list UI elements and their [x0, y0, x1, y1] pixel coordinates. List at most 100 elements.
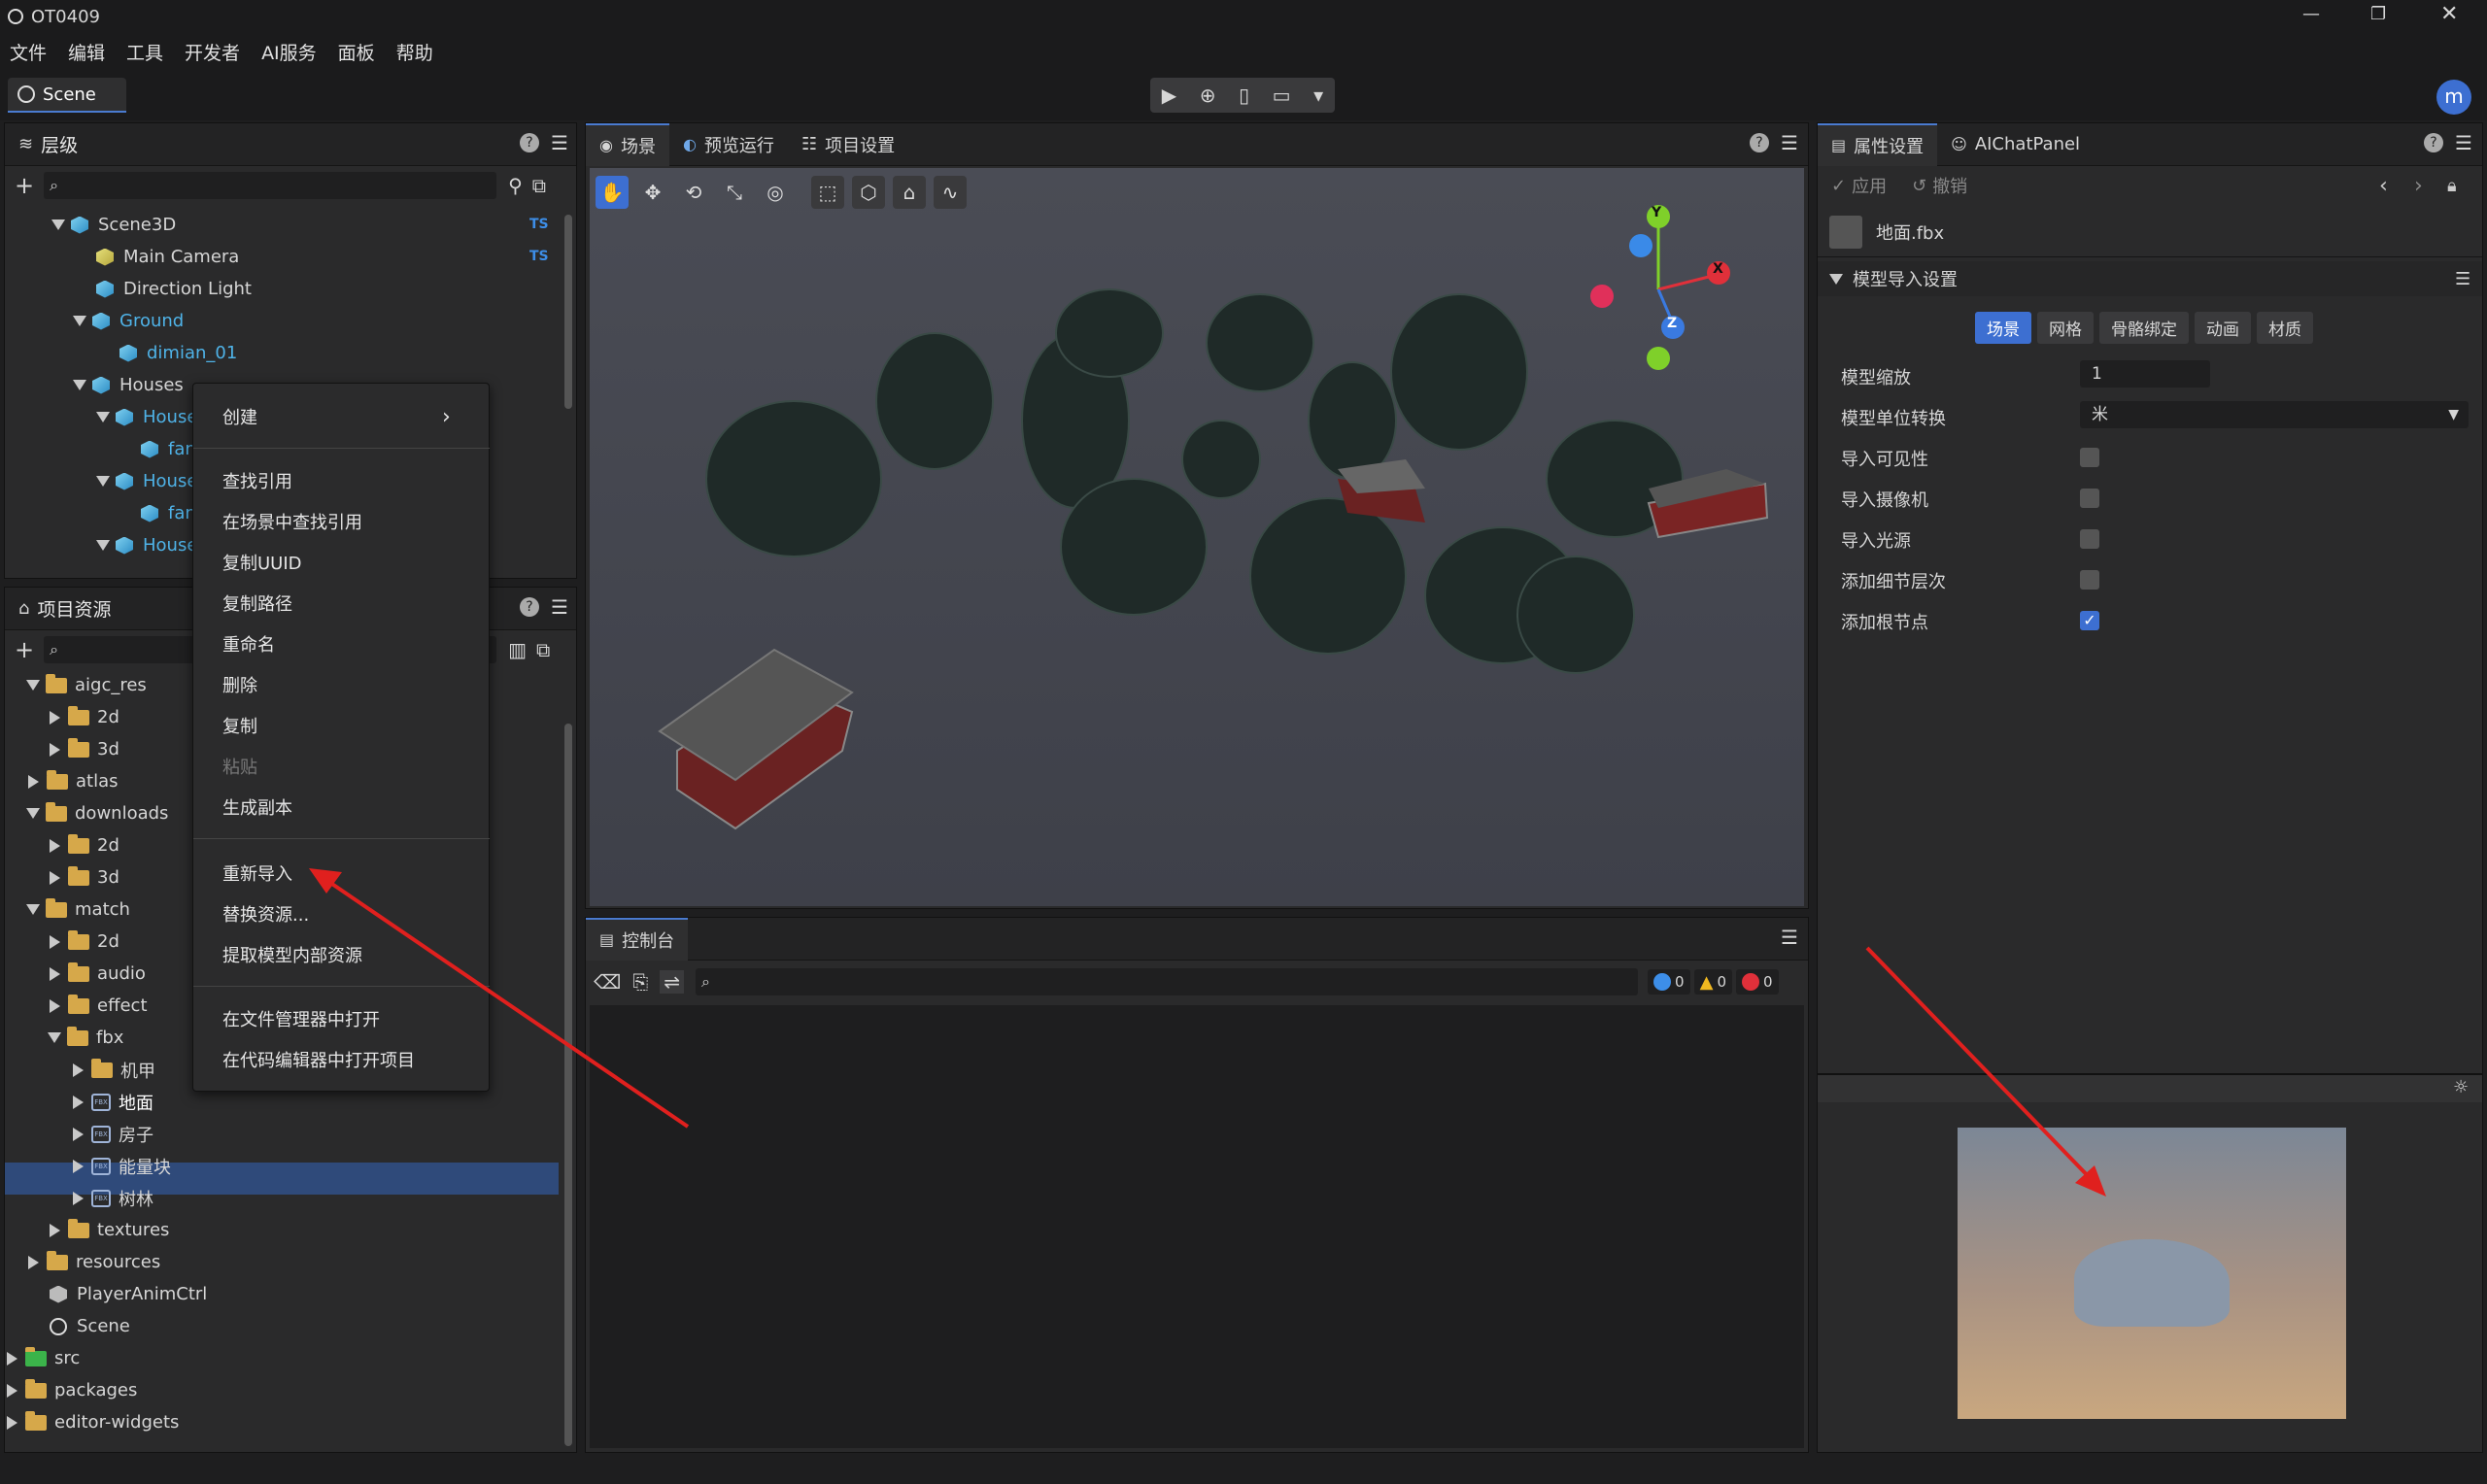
asset-item[interactable]: 机甲 — [73, 1054, 155, 1086]
collapsed-icon[interactable] — [73, 1191, 84, 1205]
split-view-icon[interactable]: ▥ — [508, 638, 527, 661]
collapsed-icon[interactable] — [50, 742, 60, 757]
tree-item[interactable]: House — [96, 465, 197, 497]
collapsed-icon[interactable] — [7, 1383, 17, 1398]
menu-ai[interactable]: AI服务 — [261, 39, 317, 65]
tab-preview[interactable]: ◐ 预览运行 — [669, 123, 788, 166]
tab-project-settings[interactable]: ☷ 项目设置 — [788, 123, 908, 166]
tree-item[interactable]: Ground — [73, 305, 184, 337]
asset-item[interactable]: resources — [28, 1246, 160, 1278]
add-node-icon[interactable]: + — [15, 172, 34, 199]
expand-icon[interactable] — [73, 380, 86, 390]
expand-icon[interactable] — [51, 219, 65, 230]
close-button[interactable]: ✕ — [2440, 2, 2458, 26]
asset-item[interactable]: aigc_res — [26, 669, 147, 701]
asset-item[interactable]: PlayerAnimCtrl — [50, 1278, 207, 1310]
scene-tab[interactable]: Scene — [8, 78, 126, 113]
section-expand-icon[interactable] — [1829, 273, 1843, 285]
desktop-preview-button[interactable]: ▭ — [1273, 84, 1291, 107]
tree-item[interactable]: Scene3D — [51, 209, 176, 241]
panel-menu-icon[interactable]: ☰ — [551, 595, 568, 619]
revert-button[interactable]: 撤销 — [1932, 173, 1967, 198]
asset-item[interactable]: 3d — [50, 733, 119, 765]
menu-edit[interactable]: 编辑 — [68, 39, 105, 65]
asset-item[interactable]: atlas — [28, 765, 119, 797]
menu-developer[interactable]: 开发者 — [185, 39, 240, 65]
subtab-rig[interactable]: 骨骼绑定 — [2099, 312, 2189, 344]
collapsed-icon[interactable] — [50, 838, 60, 853]
menu-delete[interactable]: 删除 — [193, 665, 490, 704]
clear-icon[interactable]: ⌫ — [594, 970, 621, 994]
asset-item[interactable]: editor-widgets — [7, 1406, 179, 1438]
expand-icon[interactable] — [96, 476, 110, 487]
panel-menu-icon[interactable]: ☰ — [551, 131, 568, 154]
panel-menu-icon[interactable]: ☰ — [1781, 131, 1798, 154]
assets-scrollbar[interactable] — [564, 724, 572, 1446]
import-light-checkbox[interactable] — [2080, 529, 2099, 549]
collapse-icon[interactable]: ⧉ — [532, 174, 546, 197]
tree-item[interactable]: Direction Light — [96, 273, 252, 305]
asset-item[interactable]: downloads — [26, 797, 168, 829]
lock-icon[interactable]: 🔒︎ — [2447, 176, 2457, 196]
expand-icon[interactable] — [96, 540, 110, 551]
warn-count-badge[interactable]: ▲ 0 — [1693, 969, 1732, 995]
collapsed-icon[interactable] — [50, 870, 60, 885]
menu-tools[interactable]: 工具 — [126, 39, 163, 65]
help-icon[interactable]: ? — [1750, 133, 1769, 152]
help-icon[interactable]: ? — [2424, 133, 2443, 152]
tree-item[interactable]: House — [96, 401, 197, 433]
web-preview-button[interactable]: ⊕ — [1200, 84, 1216, 107]
forward-icon[interactable]: › — [2414, 174, 2423, 198]
filter-icon[interactable]: ⚲ — [508, 174, 523, 197]
model-preview[interactable] — [1958, 1128, 2346, 1419]
collapsed-icon[interactable] — [73, 1062, 84, 1077]
collapsed-icon[interactable] — [50, 966, 60, 981]
menu-open-in-file-manager[interactable]: 在文件管理器中打开 — [193, 999, 490, 1038]
menu-file[interactable]: 文件 — [10, 39, 47, 65]
menu-help[interactable]: 帮助 — [396, 39, 433, 65]
minimize-button[interactable]: — — [2302, 4, 2320, 24]
collapsed-icon[interactable] — [50, 1223, 60, 1237]
collapsed-icon[interactable] — [50, 710, 60, 725]
help-icon[interactable]: ? — [520, 133, 539, 152]
asset-item[interactable]: fbx — [48, 1022, 123, 1054]
collapse-logs-icon[interactable]: ⇌ — [660, 970, 685, 994]
tree-item[interactable]: Houses — [73, 369, 184, 401]
back-icon[interactable]: ‹ — [2379, 174, 2388, 198]
collapsed-icon[interactable] — [7, 1351, 17, 1366]
maximize-button[interactable]: ❐ — [2370, 4, 2386, 24]
section-menu-icon[interactable]: ☰ — [2455, 269, 2470, 289]
menu-create[interactable]: 创建 › — [193, 397, 490, 436]
menu-find-references[interactable]: 查找引用 — [193, 461, 490, 500]
asset-item-selected[interactable]: FBX 地面 — [73, 1086, 153, 1118]
menu-duplicate[interactable]: 生成副本 — [193, 788, 490, 826]
menu-copy-path[interactable]: 复制路径 — [193, 584, 490, 623]
tree-item[interactable]: dimian_01 — [119, 337, 237, 369]
collapse-icon[interactable]: ⧉ — [536, 638, 550, 661]
menu-reimport[interactable]: 重新导入 — [193, 854, 490, 893]
tree-item[interactable]: House — [96, 529, 197, 561]
collapsed-icon[interactable] — [73, 1159, 84, 1173]
collapsed-icon[interactable] — [50, 998, 60, 1013]
asset-item[interactable]: effect — [50, 990, 148, 1022]
collapsed-icon[interactable] — [73, 1127, 84, 1141]
menu-replace-asset[interactable]: 替换资源... — [193, 894, 490, 933]
menu-panel[interactable]: 面板 — [338, 39, 375, 65]
tab-scene[interactable]: ◉ 场景 — [586, 122, 669, 166]
subtab-material[interactable]: 材质 — [2257, 312, 2313, 344]
tab-properties[interactable]: ▤ 属性设置 — [1818, 122, 1938, 166]
asset-item[interactable]: Scene — [50, 1310, 130, 1342]
asset-item[interactable]: FBX 房子 — [73, 1118, 153, 1150]
asset-item[interactable]: 2d — [50, 701, 119, 733]
tree-item[interactable]: Main Camera — [96, 241, 239, 273]
tab-console[interactable]: ▤ 控制台 — [586, 917, 689, 961]
mobile-preview-button[interactable]: ▯ — [1239, 84, 1249, 107]
log-count-badge[interactable]: 0 — [1648, 969, 1690, 995]
collapsed-icon[interactable] — [7, 1415, 17, 1430]
error-count-badge[interactable]: 0 — [1735, 969, 1779, 995]
subtab-mesh[interactable]: 网格 — [2037, 312, 2094, 344]
tab-aichat[interactable]: ☺ AIChatPanel — [1937, 123, 2094, 166]
asset-item[interactable]: 2d — [50, 926, 119, 958]
expand-icon[interactable] — [73, 316, 86, 326]
import-visibility-checkbox[interactable] — [2080, 448, 2099, 467]
